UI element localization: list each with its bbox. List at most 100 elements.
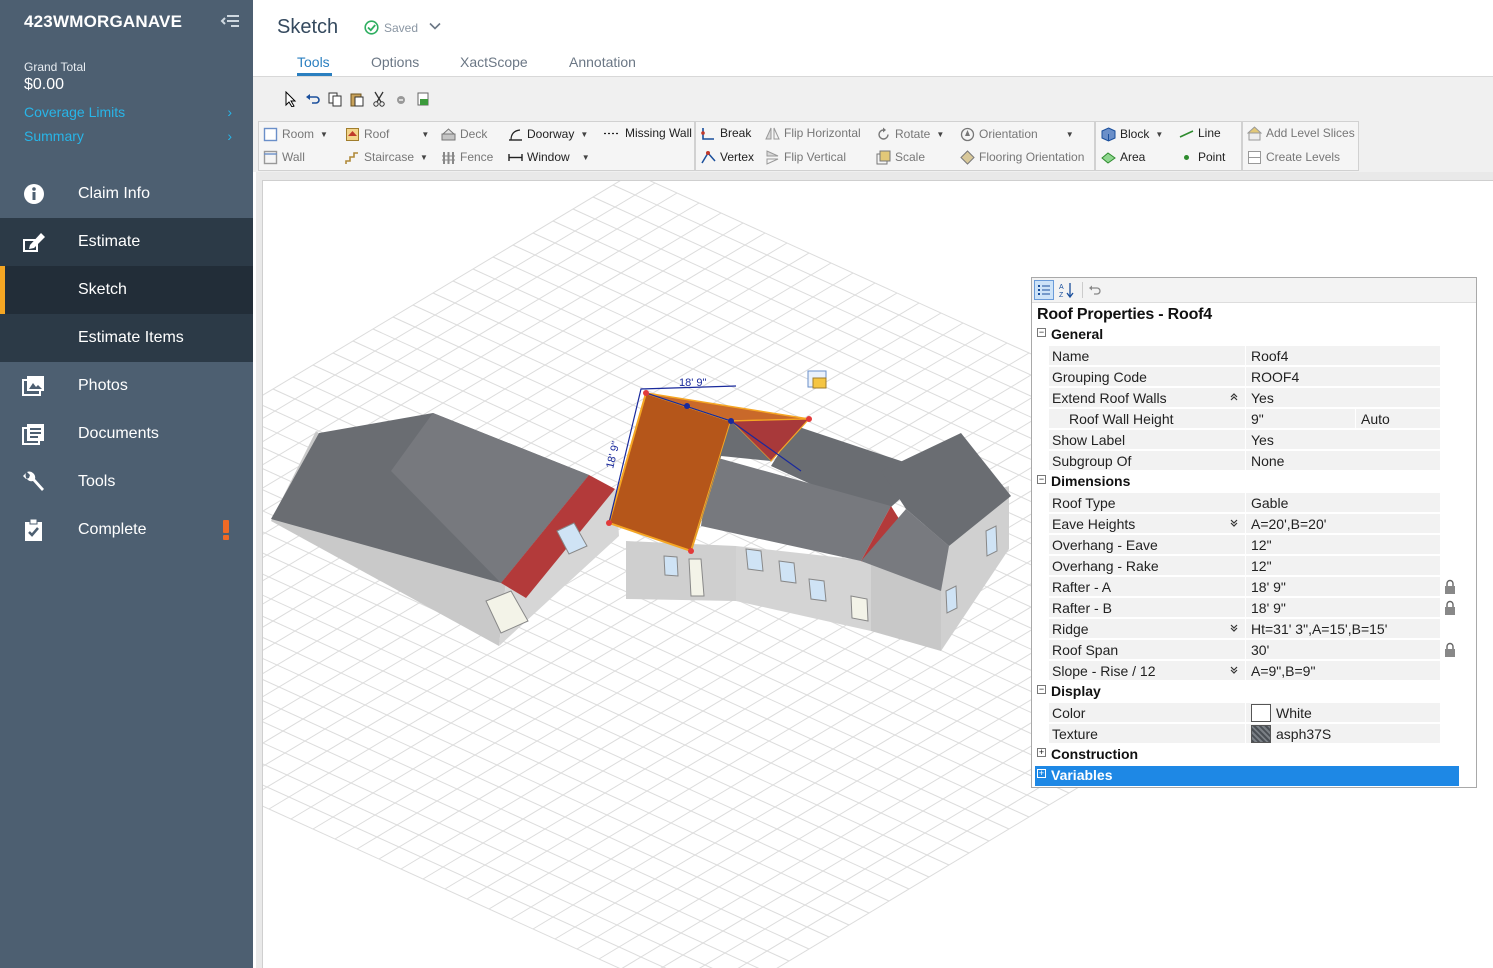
- sort-alphabetical-icon[interactable]: A Z: [1058, 281, 1076, 299]
- prop-row-name[interactable]: Name Roof4: [1049, 346, 1440, 366]
- tab-options[interactable]: Options: [371, 54, 419, 70]
- expand-down-icon[interactable]: [1229, 665, 1239, 675]
- category-variables[interactable]: + Variables: [1035, 766, 1459, 786]
- prop-row-roof-wall-height[interactable]: Roof Wall Height 9" Auto: [1049, 409, 1440, 429]
- prop-value[interactable]: Roof4: [1251, 348, 1288, 364]
- point-tool[interactable]: Point: [1179, 149, 1225, 165]
- delete-icon[interactable]: [393, 91, 409, 107]
- coverage-limits-link[interactable]: Coverage Limits ›: [24, 104, 236, 120]
- prop-value[interactable]: Ht=31' 3",A=15',B=15': [1251, 621, 1387, 637]
- vertex-tool[interactable]: Vertex: [701, 149, 754, 165]
- lock-icon[interactable]: [1443, 600, 1457, 616]
- nav-documents[interactable]: Documents: [0, 410, 253, 458]
- collapse-up-icon[interactable]: [1229, 392, 1239, 402]
- collapse-sidebar-icon[interactable]: [220, 12, 240, 30]
- print-icon[interactable]: [415, 91, 431, 107]
- tab-annotation[interactable]: Annotation: [569, 54, 636, 70]
- prop-row-roof-type[interactable]: Roof Type Gable: [1049, 493, 1440, 513]
- prop-value[interactable]: Gable: [1251, 495, 1288, 511]
- prop-value-secondary[interactable]: Auto: [1361, 411, 1390, 427]
- tab-tools[interactable]: Tools: [297, 54, 330, 70]
- nav-complete[interactable]: Complete: [0, 506, 253, 554]
- add-level-slices-tool[interactable]: Add Level Slices: [1247, 125, 1355, 141]
- copy-icon[interactable]: [327, 91, 343, 107]
- expand-icon[interactable]: +: [1037, 769, 1046, 778]
- tab-xactscope[interactable]: XactScope: [460, 54, 528, 70]
- flip-horizontal-tool[interactable]: Flip Horizontal: [765, 125, 861, 141]
- collapse-icon[interactable]: −: [1037, 475, 1046, 484]
- prop-row-overhang-rake[interactable]: Overhang - Rake 12": [1049, 556, 1440, 576]
- prop-value[interactable]: ROOF4: [1251, 369, 1299, 385]
- expand-down-icon[interactable]: [1229, 518, 1239, 528]
- select-pointer-icon[interactable]: [283, 91, 299, 107]
- summary-link[interactable]: Summary ›: [24, 128, 236, 144]
- missing-wall-tool[interactable]: Missing Wall: [603, 125, 692, 141]
- room-tool[interactable]: Room ▼: [263, 126, 328, 142]
- orientation-tool[interactable]: Orientation ▼: [960, 126, 1074, 142]
- prop-value[interactable]: 30': [1251, 642, 1269, 658]
- block-tool[interactable]: Block ▼: [1101, 126, 1163, 142]
- flip-vertical-tool[interactable]: Flip Vertical: [765, 149, 846, 165]
- prop-row-grouping-code[interactable]: Grouping Code ROOF4: [1049, 367, 1440, 387]
- prop-value[interactable]: None: [1251, 453, 1284, 469]
- collapse-icon[interactable]: −: [1037, 328, 1046, 337]
- nav-tools[interactable]: Tools: [0, 458, 253, 506]
- expand-icon[interactable]: +: [1037, 748, 1046, 757]
- deck-tool[interactable]: Deck: [441, 126, 487, 142]
- staircase-tool[interactable]: Staircase ▼: [345, 149, 428, 165]
- lock-icon[interactable]: [1443, 579, 1457, 595]
- nav-photos[interactable]: Photos: [0, 362, 253, 410]
- prop-value[interactable]: 12": [1251, 537, 1272, 553]
- prop-row-texture[interactable]: Texture asph37S: [1049, 724, 1440, 744]
- flooring-orientation-tool[interactable]: Flooring Orientation: [960, 149, 1084, 165]
- texture-swatch[interactable]: [1251, 725, 1271, 743]
- category-display[interactable]: − Display: [1035, 682, 1459, 702]
- category-construction[interactable]: + Construction: [1035, 745, 1459, 765]
- prop-row-rafter-a[interactable]: Rafter - A 18' 9": [1049, 577, 1440, 597]
- prop-row-eave-heights[interactable]: Eave Heights A=20',B=20': [1049, 514, 1440, 534]
- prop-row-extend-roof-walls[interactable]: Extend Roof Walls Yes: [1049, 388, 1440, 408]
- collapse-icon[interactable]: −: [1037, 685, 1046, 694]
- prop-value[interactable]: 12": [1251, 558, 1272, 574]
- rotate-tool[interactable]: Rotate ▼: [876, 126, 944, 142]
- break-tool[interactable]: Break: [701, 125, 751, 141]
- roof-tool[interactable]: Roof ▼: [345, 126, 429, 142]
- prop-row-roof-span[interactable]: Roof Span 30': [1049, 640, 1440, 660]
- prop-value[interactable]: White: [1276, 705, 1312, 721]
- area-tool[interactable]: Area: [1101, 149, 1145, 165]
- line-tool[interactable]: Line: [1179, 125, 1221, 141]
- create-levels-tool[interactable]: Create Levels: [1247, 149, 1340, 165]
- chevron-down-icon[interactable]: [429, 20, 441, 32]
- house-left[interactable]: [271, 413, 619, 646]
- categorized-view-icon[interactable]: [1034, 280, 1054, 300]
- prop-row-slope[interactable]: Slope - Rise / 12 A=9",B=9": [1049, 661, 1440, 681]
- prop-value[interactable]: A=20',B=20': [1251, 516, 1326, 532]
- scale-tool[interactable]: Scale: [876, 149, 925, 165]
- expand-down-icon[interactable]: [1229, 623, 1239, 633]
- lock-icon[interactable]: [1443, 642, 1457, 658]
- color-swatch[interactable]: [1251, 704, 1271, 722]
- window-tool[interactable]: Window ▼: [508, 149, 590, 165]
- doorway-tool[interactable]: Doorway ▼: [508, 126, 588, 142]
- prop-value[interactable]: A=9",B=9": [1251, 663, 1315, 679]
- fence-tool[interactable]: Fence: [441, 149, 493, 165]
- wall-tool[interactable]: Wall: [263, 149, 305, 165]
- nav-sketch[interactable]: Sketch: [0, 266, 253, 314]
- prop-row-rafter-b[interactable]: Rafter - B 18' 9": [1049, 598, 1440, 618]
- category-general[interactable]: − General: [1035, 325, 1459, 345]
- cut-icon[interactable]: [371, 91, 387, 107]
- prop-value[interactable]: 18' 9": [1251, 600, 1286, 616]
- prop-row-overhang-eave[interactable]: Overhang - Eave 12": [1049, 535, 1440, 555]
- nav-claim-info[interactable]: Claim Info: [0, 170, 253, 218]
- prop-value[interactable]: Yes: [1251, 390, 1274, 406]
- prop-value[interactable]: 18' 9": [1251, 579, 1286, 595]
- prop-value[interactable]: asph37S: [1276, 726, 1331, 742]
- prop-row-subgroup-of[interactable]: Subgroup Of None: [1049, 451, 1440, 471]
- reset-icon[interactable]: [1088, 283, 1102, 297]
- prop-row-color[interactable]: Color White: [1049, 703, 1440, 723]
- nav-estimate-items[interactable]: Estimate Items: [0, 314, 253, 362]
- category-dimensions[interactable]: − Dimensions: [1035, 472, 1459, 492]
- properties-shortcut-icon[interactable]: [807, 370, 827, 389]
- undo-icon[interactable]: [305, 91, 321, 107]
- prop-value[interactable]: 9": [1251, 411, 1264, 427]
